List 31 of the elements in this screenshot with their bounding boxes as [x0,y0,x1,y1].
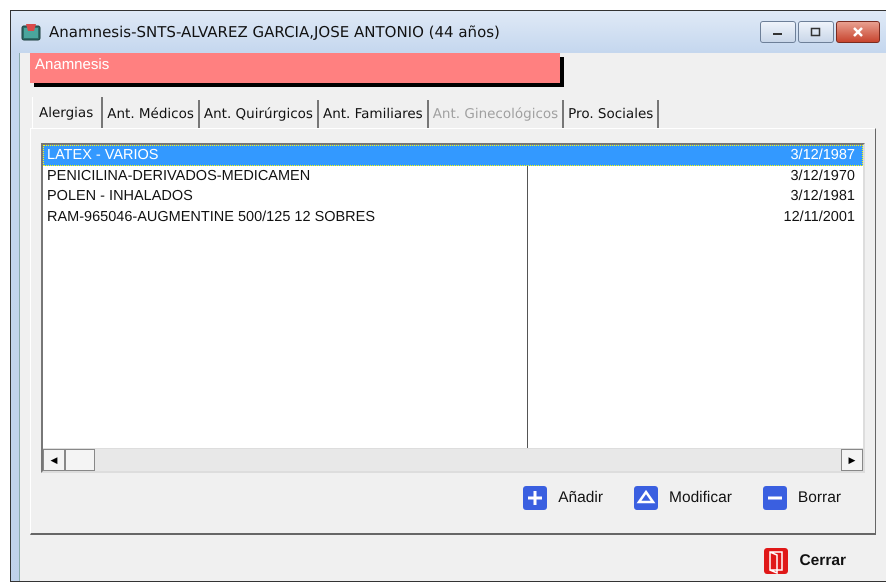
allergy-name: POLEN - INHALADOS [46,188,194,204]
close-dialog-button[interactable]: Cerrar [763,547,846,575]
scroll-thumb[interactable] [65,449,95,471]
list-row[interactable]: POLEN - INHALADOS 3/12/1981 [43,186,863,206]
delete-button[interactable]: Borrar [762,485,841,511]
scroll-left-button[interactable]: ◀ [43,449,65,471]
add-button[interactable]: Añadir [522,485,604,511]
date-cell-text: 3/12/1970 [789,168,856,184]
maximize-icon [810,27,822,37]
date-cell-text: 3/12/1987 [789,147,856,164]
maximize-button[interactable] [798,21,834,43]
close-button[interactable] [836,21,880,43]
close-icon [851,26,865,38]
minus-icon [762,485,788,511]
date-cell-text: 12/11/2001 [782,208,856,225]
section-header: Anamnesis [30,53,560,83]
list-row[interactable]: PENICILINA-DERIVADOS-MEDICAMEN 3/12/1970 [43,166,863,186]
edit-button[interactable]: Modificar [633,485,732,511]
scroll-right-button[interactable]: ▶ [841,449,863,471]
minimize-button[interactable] [760,21,796,43]
horizontal-scrollbar[interactable]: ◀ ▶ [43,448,863,471]
list-row[interactable]: RAM-965046-AUGMENTINE 500/125 12 SOBRES 12/11/2001 [43,206,863,227]
allergy-name: RAM-965046-AUGMENTINE 500/125 12 SOBRES [46,208,376,225]
door-icon [763,547,790,575]
window-title: Anamnesis-SNTS-ALVAREZ GARCIA,JOSE ANTONIO (44 años) [49,23,501,41]
date-cell-text: 3/12/1981 [789,188,856,204]
allergy-name: PENICILINA-DERIVADOS-MEDICAMEN [46,168,312,184]
allergy-name: LATEX - VARIOS [46,147,160,164]
tab[interactable]: Alergias [32,97,104,128]
plus-icon [522,485,548,511]
folder-icon [21,23,41,41]
